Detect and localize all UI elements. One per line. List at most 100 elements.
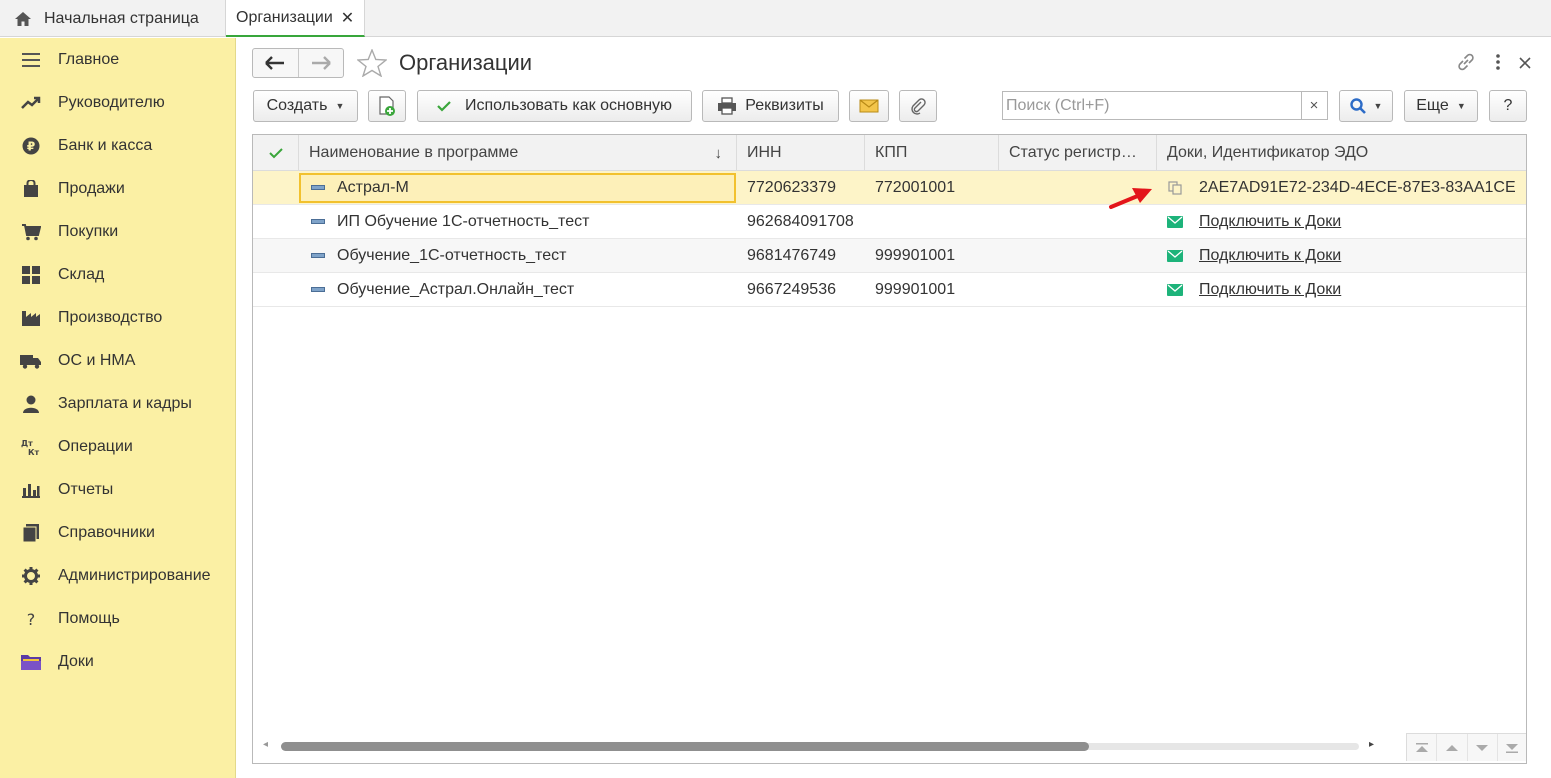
cell-status (999, 273, 1157, 306)
sidebar-item-reports[interactable]: Отчеты (0, 468, 236, 511)
cell-name[interactable]: ИП Обучение 1С-отчетность_тест (301, 205, 737, 238)
sidebar-item-sales[interactable]: Продажи (0, 167, 236, 210)
column-name-label: Наименование в программе (309, 144, 519, 161)
organization-icon (311, 287, 325, 292)
sidebar-item-label: Банк и касса (58, 136, 153, 154)
sidebar-item-help[interactable]: ? Помощь (0, 597, 236, 640)
sidebar-item-main[interactable]: Главное (0, 38, 236, 81)
scroll-thumb[interactable] (281, 742, 1089, 751)
table-row[interactable]: Астрал-М 7720623379 772001001 2AE7AD91E7… (253, 171, 1526, 205)
page-title: Организации (399, 50, 533, 75)
create-button[interactable]: Создать ▼ (253, 90, 358, 122)
connect-doki-link[interactable]: Подключить к Доки (1199, 247, 1341, 265)
cell-doki[interactable]: Подключить к Доки (1157, 205, 1526, 238)
horizontal-scrollbar[interactable]: ◂ ▸ (253, 733, 1526, 763)
sidebar-item-bank[interactable]: ₽ Банк и касса (0, 124, 236, 167)
last-page-icon[interactable] (1498, 734, 1526, 761)
column-header-doki[interactable]: Доки, Идентификатор ЭДО (1157, 135, 1526, 171)
sidebar-item-assets[interactable]: ОС и НМА (0, 339, 236, 382)
column-header-kpp[interactable]: КПП (865, 135, 999, 171)
cell-kpp: 999901001 (875, 280, 956, 298)
page-down-icon[interactable] (1468, 734, 1498, 761)
sidebar-item-label: Покупки (58, 222, 119, 240)
connect-doki-link[interactable]: Подключить к Доки (1199, 213, 1341, 231)
help-button[interactable]: ? (1489, 90, 1527, 122)
cell-status (999, 239, 1157, 272)
attach-button[interactable] (899, 90, 937, 122)
add-copy-button[interactable] (368, 90, 406, 122)
use-as-main-button[interactable]: Использовать как основную (417, 90, 692, 122)
sidebar-item-administration[interactable]: Администрирование (0, 554, 236, 597)
sidebar-item-warehouse[interactable]: Склад (0, 253, 236, 296)
tab-organizations[interactable]: Организации ✕ (226, 0, 366, 37)
sidebar-item-doki[interactable]: Доки (0, 640, 236, 683)
sidebar-item-label: Доки (58, 652, 94, 670)
search-options-button[interactable]: ▼ (1339, 90, 1393, 122)
more-button[interactable]: Еще ▼ (1404, 90, 1478, 122)
person-icon (20, 393, 42, 415)
shopping-bag-icon (20, 178, 42, 200)
list-navigation (1406, 733, 1526, 761)
document-add-icon (379, 96, 395, 116)
cell-inn: 7720623379 (747, 178, 836, 196)
sidebar-item-production[interactable]: Производство (0, 296, 236, 339)
sidebar-item-label: Производство (58, 308, 163, 326)
scroll-right-icon[interactable]: ▸ (1369, 739, 1374, 750)
email-button[interactable] (849, 90, 889, 122)
organization-icon (311, 253, 325, 258)
sidebar: Главное Руководителю ₽ Банк и касса Прод… (0, 38, 236, 778)
back-button[interactable] (253, 49, 298, 77)
sidebar-item-label: Склад (58, 265, 105, 283)
requisites-button[interactable]: Реквизиты (702, 90, 839, 122)
svg-text:Кт: Кт (28, 448, 40, 456)
cell-name[interactable]: Обучение_1С-отчетность_тест (301, 239, 737, 272)
first-page-icon[interactable] (1407, 734, 1438, 761)
cell-doki[interactable]: Подключить к Доки (1157, 239, 1526, 272)
table-row[interactable]: Обучение_Астрал.Онлайн_тест 9667249536 9… (253, 273, 1526, 307)
sidebar-item-operations[interactable]: Дт Кт Операции (0, 425, 236, 468)
copy-icon[interactable] (1167, 180, 1183, 195)
arrow-right-icon (311, 56, 331, 70)
close-form-icon[interactable] (1519, 56, 1531, 74)
tab-organizations-label: Организации (236, 8, 333, 26)
table-row[interactable]: Обучение_1С-отчетность_тест 9681476749 9… (253, 239, 1526, 273)
column-header-default[interactable] (253, 135, 299, 171)
scroll-left-icon[interactable]: ◂ (263, 739, 268, 750)
trend-icon (20, 92, 42, 114)
more-vertical-icon[interactable] (1495, 53, 1501, 76)
cell-name[interactable]: Астрал-М (301, 171, 737, 204)
books-icon (20, 522, 42, 544)
connect-doki-link[interactable]: Подключить к Доки (1199, 281, 1341, 299)
history-nav (252, 48, 344, 78)
search-input[interactable]: Поиск (Ctrl+F) (1002, 91, 1302, 120)
arrow-left-icon (265, 56, 285, 70)
column-header-name[interactable]: Наименование в программе ↓ (299, 135, 737, 171)
column-inn-label: ИНН (747, 144, 782, 161)
search-icon (1349, 98, 1366, 114)
cell-doki[interactable]: 2AE7AD91E72-234D-4ECE-87E3-83AA1CE (1157, 171, 1526, 204)
cell-name-text: Астрал-М (337, 178, 409, 196)
sidebar-item-purchases[interactable]: Покупки (0, 210, 236, 253)
more-button-label: Еще (1416, 97, 1449, 114)
annotation-arrow-icon (1109, 188, 1152, 209)
cell-name[interactable]: Обучение_Астрал.Онлайн_тест (301, 273, 737, 306)
forward-button[interactable] (297, 49, 343, 77)
favorite-star-icon[interactable] (356, 48, 388, 82)
tab-home[interactable]: Начальная страница (0, 0, 226, 37)
clear-search-button[interactable]: × (1301, 91, 1328, 120)
column-header-inn[interactable]: ИНН (737, 135, 865, 171)
link-icon[interactable] (1455, 52, 1477, 77)
requisites-label: Реквизиты (745, 97, 824, 114)
table-row[interactable]: ИП Обучение 1С-отчетность_тест 962684091… (253, 205, 1526, 239)
edo-envelope-icon (1167, 215, 1183, 228)
sidebar-item-manager[interactable]: Руководителю (0, 81, 236, 124)
cell-doki[interactable]: Подключить к Доки (1157, 273, 1526, 306)
checkmark-icon (437, 101, 451, 112)
column-header-status[interactable]: Статус регистр… (999, 135, 1157, 171)
svg-text:Дт: Дт (21, 439, 33, 448)
sidebar-item-salary[interactable]: Зарплата и кадры (0, 382, 236, 425)
truck-icon (20, 350, 42, 372)
page-up-icon[interactable] (1437, 734, 1468, 761)
sidebar-item-directories[interactable]: Справочники (0, 511, 236, 554)
close-tab-icon[interactable]: ✕ (341, 8, 354, 28)
